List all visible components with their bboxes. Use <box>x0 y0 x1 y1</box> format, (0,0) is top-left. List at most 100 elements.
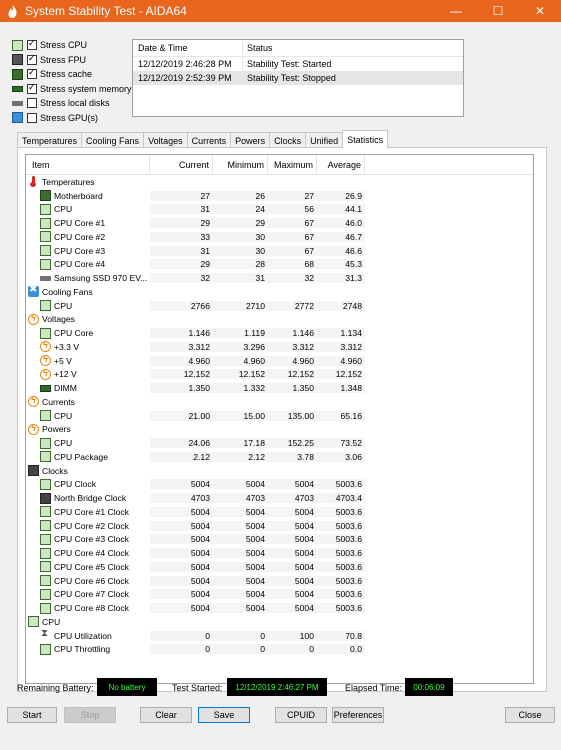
maximize-button[interactable]: ☐ <box>477 0 519 22</box>
row-values: 5004 5004 5004 5003.6 <box>150 520 365 531</box>
table-row[interactable]: CPU Package 2.12 2.12 3.78 3.06 <box>26 450 533 464</box>
cpu-icon <box>40 231 51 243</box>
log-row[interactable]: 12/12/2019 2:46:28 PM Stability Test: St… <box>133 57 463 71</box>
save-button[interactable]: Save <box>198 707 250 723</box>
table-row[interactable]: CPU Core 1.146 1.119 1.146 1.134 <box>26 326 533 340</box>
table-row[interactable]: CPU Core #3 31 30 67 46.6 <box>26 244 533 258</box>
minimum-value: 29 <box>213 218 268 229</box>
table-group-row[interactable]: Voltages <box>26 313 533 327</box>
table-row[interactable]: CPU Core #7 Clock 5004 5004 5004 5003.6 <box>26 588 533 602</box>
stress-cpu-checkbox[interactable] <box>27 38 37 51</box>
table-group-row[interactable]: CPU <box>26 615 533 629</box>
stress-option-memory[interactable]: Stress system memory <box>12 82 132 97</box>
stress-option-cpu[interactable]: Stress CPU <box>12 38 132 53</box>
stress-option-disks[interactable]: Stress local disks <box>12 96 132 111</box>
log-row[interactable]: 12/12/2019 2:52:39 PM Stability Test: St… <box>133 71 463 85</box>
row-values: 0 0 0 0.0 <box>150 644 365 655</box>
table-row[interactable]: CPU Core #6 Clock 5004 5004 5004 5003.6 <box>26 574 533 588</box>
table-row[interactable]: CPU Utilization0010070.8 <box>26 629 533 643</box>
table-row[interactable]: CPU Core #4 29 28 68 45.3 <box>26 258 533 272</box>
table-row[interactable]: CPU Core #1 29 29 67 46.0 <box>26 216 533 230</box>
stress-disks-checkbox[interactable] <box>27 98 37 109</box>
average-value: 31.3 <box>317 273 365 284</box>
row-label: North Bridge Clock <box>54 493 127 504</box>
log-datetime: 12/12/2019 2:52:39 PM <box>133 71 243 85</box>
log-header-status[interactable]: Status <box>243 43 273 53</box>
table-row[interactable]: CPU Core #2 Clock 5004 5004 5004 5003.6 <box>26 519 533 533</box>
stress-option-fpu[interactable]: Stress FPU <box>12 53 132 68</box>
table-row[interactable]: DIMM 1.350 1.332 1.350 1.348 <box>26 381 533 395</box>
event-log[interactable]: Date & Time Status 12/12/2019 2:46:28 PM… <box>132 39 464 117</box>
row-values: 29 29 67 46.0 <box>150 218 365 229</box>
cpu-icon <box>40 217 51 229</box>
monitor-icon <box>12 112 23 124</box>
statistics-table[interactable]: Item Current Minimum Maximum Average Tem… <box>25 154 534 684</box>
stress-fpu-checkbox[interactable] <box>27 53 37 65</box>
stress-memory-checkbox[interactable] <box>27 82 37 94</box>
table-group-row[interactable]: Cooling Fans <box>26 285 533 299</box>
table-row[interactable]: CPU 31 24 56 44.1 <box>26 203 533 217</box>
table-group-row[interactable]: Clocks <box>26 464 533 478</box>
table-row[interactable]: CPU Core #2 33 30 67 46.7 <box>26 230 533 244</box>
current-value: 0 <box>150 644 213 655</box>
table-row[interactable]: CPU 24.06 17.18 152.25 73.52 <box>26 436 533 450</box>
tab-statistics[interactable]: Statistics <box>342 130 389 148</box>
stress-cache-checkbox[interactable] <box>27 67 37 80</box>
table-row[interactable]: CPU Clock 5004 5004 5004 5003.6 <box>26 478 533 492</box>
row-values: 5004 5004 5004 5003.6 <box>150 534 365 545</box>
column-average[interactable]: Average <box>317 155 365 175</box>
table-row[interactable]: Samsung SSD 970 EV... 32 31 32 31.3 <box>26 271 533 285</box>
column-maximum[interactable]: Maximum <box>268 155 317 175</box>
stress-gpu-checkbox[interactable] <box>27 112 37 123</box>
close-window-button[interactable]: ✕ <box>519 0 561 22</box>
table-row[interactable]: CPU Core #8 Clock 5004 5004 5004 5003.6 <box>26 601 533 615</box>
cpuid-button[interactable]: CPUID <box>275 707 327 723</box>
row-item-cell: Cooling Fans <box>26 286 150 298</box>
table-row[interactable]: CPU Throttling 0 0 0 0.0 <box>26 643 533 657</box>
log-header-datetime[interactable]: Date & Time <box>133 40 243 56</box>
tab-temperatures[interactable]: Temperatures <box>17 132 83 148</box>
table-row[interactable]: North Bridge Clock 4703 4703 4703 4703.4 <box>26 491 533 505</box>
stress-option-gpu[interactable]: Stress GPU(s) <box>12 111 132 126</box>
table-row[interactable]: +5 V4.9604.9604.9604.960 <box>26 354 533 368</box>
row-label: CPU Core #3 Clock <box>54 534 129 545</box>
tab-currents[interactable]: Currents <box>186 132 232 148</box>
column-minimum[interactable]: Minimum <box>213 155 268 175</box>
average-value: 4703.4 <box>317 493 365 504</box>
table-row[interactable]: CPU Core #3 Clock 5004 5004 5004 5003.6 <box>26 533 533 547</box>
row-values: 5004 5004 5004 5003.6 <box>150 603 365 614</box>
column-item[interactable]: Item <box>26 155 150 175</box>
stop-button[interactable]: Stop <box>64 707 116 723</box>
tab-cooling-fans[interactable]: Cooling Fans <box>81 132 145 148</box>
tab-unified[interactable]: Unified <box>305 132 344 148</box>
start-button[interactable]: Start <box>7 707 57 723</box>
stress-option-cache[interactable]: Stress cache <box>12 67 132 82</box>
tab-voltages[interactable]: Voltages <box>143 132 188 148</box>
tab-powers[interactable]: Powers <box>230 132 271 148</box>
preferences-button[interactable]: Preferences <box>332 707 384 723</box>
table-row[interactable]: +12 V12.15212.15212.15212.152 <box>26 368 533 382</box>
table-group-row[interactable]: Powers <box>26 423 533 437</box>
table-row[interactable]: CPU 21.00 15.00 135.00 65.16 <box>26 409 533 423</box>
window-title: System Stability Test - AIDA64 <box>25 4 187 18</box>
row-values: 3.312 3.296 3.312 3.312 <box>150 341 365 352</box>
table-row[interactable]: CPU Core #4 Clock 5004 5004 5004 5003.6 <box>26 546 533 560</box>
minimize-button[interactable]: — <box>435 0 477 22</box>
column-current[interactable]: Current <box>150 155 213 175</box>
row-values: 33 30 67 46.7 <box>150 231 365 242</box>
table-row[interactable]: CPU Core #5 Clock 5004 5004 5004 5003.6 <box>26 560 533 574</box>
cpu-icon <box>40 575 51 587</box>
table-row[interactable]: +3.3 V3.3123.2963.3123.312 <box>26 340 533 354</box>
close-button[interactable]: Close <box>505 707 555 723</box>
table-group-row[interactable]: Temperatures <box>26 175 533 189</box>
average-value: 46.0 <box>317 218 365 229</box>
current-value: 27 <box>150 190 213 201</box>
row-values: 29 28 68 45.3 <box>150 259 365 270</box>
table-group-row[interactable]: Currents <box>26 395 533 409</box>
table-row[interactable]: CPU Core #1 Clock 5004 5004 5004 5003.6 <box>26 505 533 519</box>
table-row[interactable]: CPU 2766 2710 2772 2748 <box>26 299 533 313</box>
current-value: 1.146 <box>150 328 213 339</box>
clear-button[interactable]: Clear <box>140 707 192 723</box>
tab-clocks[interactable]: Clocks <box>269 132 307 148</box>
table-row[interactable]: Motherboard 27 26 27 26.9 <box>26 189 533 203</box>
